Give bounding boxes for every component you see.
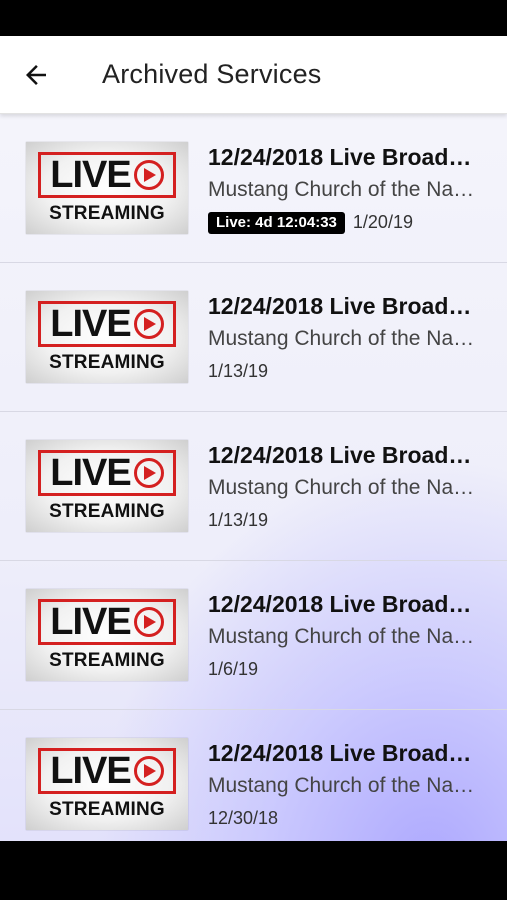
live-streaming-thumbnail: LIVE STREAMING	[26, 440, 188, 532]
list-item[interactable]: LIVE STREAMING 12/24/2018 Live Broadcast…	[0, 710, 507, 841]
play-icon	[133, 606, 164, 637]
system-nav-bar	[0, 841, 507, 900]
streaming-logo-text: STREAMING	[49, 202, 165, 224]
live-streaming-thumbnail: LIVE STREAMING	[26, 142, 188, 234]
archived-services-list[interactable]: LIVE STREAMING 12/24/2018 Live Broadcast…	[0, 114, 507, 841]
item-title: 12/24/2018 Live Broadcast	[208, 441, 483, 468]
item-title: 12/24/2018 Live Broadcast	[208, 143, 483, 170]
play-icon	[133, 755, 164, 786]
item-date: 1/13/19	[208, 510, 269, 530]
streaming-logo-text: STREAMING	[49, 649, 165, 671]
live-logo-text: LIVE	[50, 302, 131, 345]
list-item[interactable]: LIVE STREAMING 12/24/2018 Live Broadcast…	[0, 412, 507, 561]
item-date: 1/13/19	[208, 361, 269, 381]
streaming-logo-text: STREAMING	[49, 798, 165, 820]
item-subtitle: Mustang Church of the Nazarene	[208, 624, 483, 648]
item-title: 12/24/2018 Live Broadcast	[208, 739, 483, 766]
app-bar: Archived Services	[0, 36, 507, 114]
page-title: Archived Services	[102, 59, 322, 89]
live-logo: LIVE	[38, 598, 176, 645]
streaming-logo-text: STREAMING	[49, 500, 165, 522]
live-logo-text: LIVE	[50, 153, 131, 196]
item-title: 12/24/2018 Live Broadcast	[208, 590, 483, 617]
live-logo-text: LIVE	[50, 600, 131, 643]
item-subtitle: Mustang Church of the Nazarene	[208, 475, 483, 499]
live-streaming-thumbnail: LIVE STREAMING	[26, 738, 188, 830]
live-countdown-badge: Live: 4d 12:04:33	[208, 211, 345, 234]
streaming-logo-text: STREAMING	[49, 351, 165, 373]
item-subtitle: Mustang Church of the Nazarene	[208, 326, 483, 350]
item-subtitle: Mustang Church of the Nazarene	[208, 773, 483, 797]
item-date: 1/20/19	[352, 212, 413, 232]
live-logo: LIVE	[38, 151, 176, 198]
play-icon	[133, 308, 164, 339]
play-icon	[133, 159, 164, 190]
live-logo: LIVE	[38, 449, 176, 496]
back-button[interactable]	[0, 36, 80, 114]
live-streaming-thumbnail: LIVE STREAMING	[26, 291, 188, 383]
arrow-left-icon	[26, 64, 46, 85]
live-streaming-thumbnail: LIVE STREAMING	[26, 589, 188, 681]
live-logo-text: LIVE	[50, 749, 131, 792]
item-date: 1/6/19	[208, 659, 259, 679]
live-logo: LIVE	[38, 747, 176, 794]
live-logo-text: LIVE	[50, 451, 131, 494]
item-date: 12/30/18	[208, 808, 279, 828]
live-logo: LIVE	[38, 300, 176, 347]
play-icon	[133, 457, 164, 488]
list-item[interactable]: LIVE STREAMING 12/24/2018 Live Broadcast…	[0, 114, 507, 263]
status-bar	[0, 0, 507, 36]
item-subtitle: Mustang Church of the Nazarene	[208, 177, 483, 201]
item-title: 12/24/2018 Live Broadcast	[208, 292, 483, 319]
list-item[interactable]: LIVE STREAMING 12/24/2018 Live Broadcast…	[0, 561, 507, 710]
list-item[interactable]: LIVE STREAMING 12/24/2018 Live Broadcast…	[0, 263, 507, 412]
